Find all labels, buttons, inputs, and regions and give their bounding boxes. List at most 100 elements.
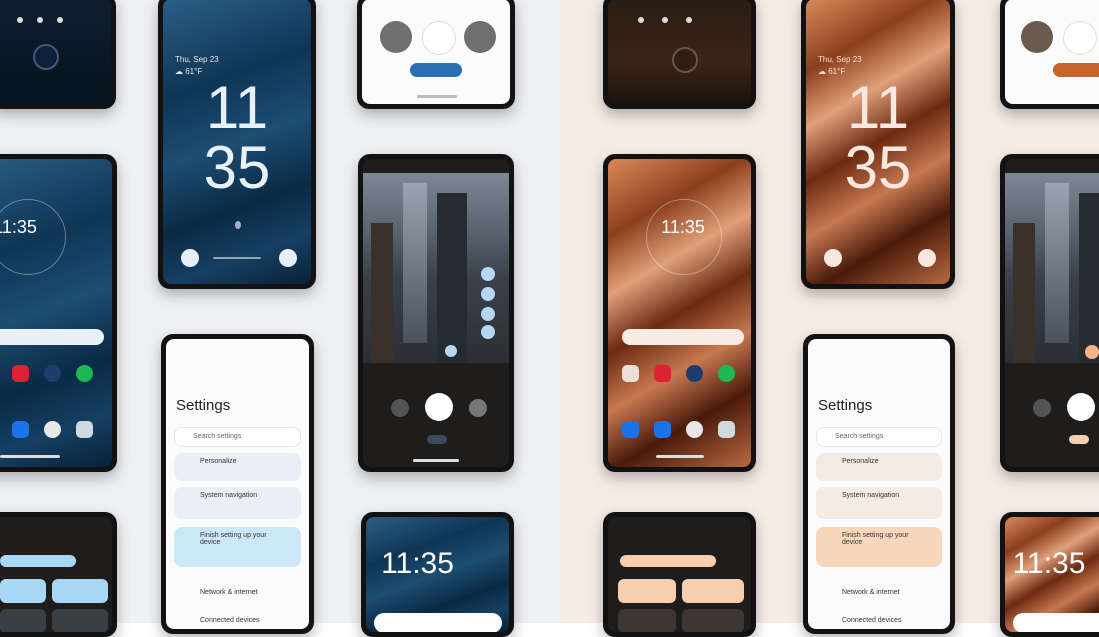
settings-item-label[interactable]: Network & internet — [200, 589, 258, 596]
settings-item-highlight[interactable]: Finish setting up your device — [816, 527, 942, 567]
pause-icon[interactable] — [1063, 21, 1097, 55]
building-left — [371, 223, 393, 363]
spotify-icon[interactable] — [718, 365, 735, 382]
phone-peach-settings: Settings Search settings Personalize Sys… — [803, 334, 955, 634]
zoom-toggle[interactable] — [1085, 345, 1099, 359]
quick-tile[interactable] — [0, 609, 46, 632]
chrome-icon[interactable] — [44, 421, 61, 438]
phone-screen — [608, 0, 751, 104]
date-text: Thu, Sep 23 — [818, 55, 862, 64]
camera-mode-icon[interactable] — [481, 325, 495, 339]
wallet-icon[interactable] — [824, 249, 842, 267]
settings-item[interactable]: System navigation — [174, 487, 301, 519]
phone-app-icon[interactable] — [622, 365, 639, 382]
camera-app-icon[interactable] — [718, 421, 735, 438]
quick-tile[interactable] — [0, 579, 46, 603]
settings-item[interactable]: System navigation — [816, 487, 942, 519]
camera-app-icon[interactable] — [76, 421, 93, 438]
gallery-thumbnail[interactable] — [391, 399, 409, 417]
forward-icon[interactable] — [464, 21, 496, 53]
youtube-icon[interactable] — [654, 365, 671, 382]
action-pill-button[interactable] — [1053, 63, 1099, 77]
youtube-icon[interactable] — [12, 365, 29, 382]
search-placeholder: Search settings — [835, 433, 884, 440]
clock-hour: 11 — [846, 74, 910, 141]
quick-tile[interactable] — [52, 609, 108, 632]
phone-peach-camera — [1000, 154, 1099, 472]
home-indicator — [413, 459, 459, 462]
phone-screen — [1005, 0, 1099, 104]
camera-mode-icon[interactable] — [481, 287, 495, 301]
settings-item[interactable]: Personalize — [174, 453, 301, 481]
phone-screen — [608, 517, 751, 632]
settings-item-highlight[interactable]: Finish setting up your device — [174, 527, 301, 567]
phone-screen — [0, 0, 111, 104]
lock-icon — [235, 221, 241, 229]
camera-shortcut-icon[interactable] — [918, 249, 936, 267]
settings-search[interactable]: Search settings — [816, 427, 942, 447]
date-text: Thu, Sep 23 — [175, 55, 219, 64]
settings-item[interactable]: Personalize — [816, 453, 942, 481]
settings-item-label: Finish setting up your device — [200, 532, 267, 546]
building-right — [1079, 193, 1099, 363]
brightness-slider[interactable] — [620, 555, 716, 567]
camera-shortcut-icon[interactable] — [279, 249, 297, 267]
motorola-icon[interactable] — [686, 365, 703, 382]
quick-tile[interactable] — [52, 579, 108, 603]
wallet-icon[interactable] — [181, 249, 199, 267]
fingerprint-icon[interactable] — [33, 44, 59, 70]
building-center — [1045, 183, 1069, 343]
pause-icon[interactable] — [422, 21, 456, 55]
shutter-button[interactable] — [1067, 393, 1095, 421]
dialer-icon[interactable] — [622, 421, 639, 438]
phone-blue-quicksettings-top — [357, 0, 515, 109]
settings-search[interactable]: Search settings — [174, 427, 301, 447]
search-bar[interactable] — [622, 329, 744, 345]
camera-mode-icon[interactable] — [481, 307, 495, 321]
action-pill-button[interactable] — [410, 63, 462, 77]
quick-tile[interactable] — [618, 579, 676, 603]
settings-item-label: Personalize — [200, 458, 237, 465]
motorola-icon[interactable] — [44, 365, 61, 382]
phone-screen: Thu, Sep 23 ☁ 61°F 11 35 — [163, 0, 311, 284]
phone-screen: Settings Search settings Personalize Sys… — [808, 339, 950, 629]
lock-clock: 11:35 — [381, 547, 454, 580]
status-dot-icon — [662, 17, 668, 23]
gallery-thumbnail[interactable] — [1033, 399, 1051, 417]
zoom-toggle[interactable] — [445, 345, 457, 357]
menu-icon[interactable] — [1021, 21, 1053, 53]
fingerprint-icon[interactable] — [672, 47, 698, 73]
messages-icon[interactable] — [654, 421, 671, 438]
clock-ring — [0, 199, 66, 275]
home-indicator — [0, 455, 60, 458]
switch-camera-icon[interactable] — [469, 399, 487, 417]
brightness-slider[interactable] — [0, 555, 76, 567]
settings-item-label: System navigation — [200, 492, 258, 499]
lock-clock: 11:35 — [1012, 547, 1086, 580]
phone-blue-quicksettings-bottom — [0, 512, 117, 637]
quick-tile[interactable] — [682, 579, 744, 603]
phone-screen: 11:35 — [0, 159, 112, 467]
phone-peach-quicksettings-top — [1000, 0, 1099, 109]
building-left — [1013, 223, 1035, 363]
mode-photo[interactable] — [427, 435, 447, 444]
quick-tile[interactable] — [682, 609, 744, 632]
phone-blue-top-left — [0, 0, 116, 109]
mode-photo[interactable] — [1069, 435, 1089, 444]
camera-viewfinder[interactable] — [1005, 173, 1099, 363]
clock-minute: 35 — [844, 134, 912, 201]
camera-mode-icon[interactable] — [481, 267, 495, 281]
clock-minute: 35 — [203, 134, 271, 201]
spotify-icon[interactable] — [76, 365, 93, 382]
menu-icon[interactable] — [380, 21, 412, 53]
status-dot-icon — [57, 17, 63, 23]
settings-item-label[interactable]: Network & internet — [842, 589, 900, 596]
chrome-icon[interactable] — [686, 421, 703, 438]
home-indicator — [656, 455, 704, 458]
status-dot-icon — [37, 17, 43, 23]
search-bar[interactable] — [0, 329, 104, 345]
phone-blue-homescreen: 11:35 — [0, 154, 117, 472]
shutter-button[interactable] — [425, 393, 453, 421]
quick-tile[interactable] — [618, 609, 676, 632]
messages-icon[interactable] — [12, 421, 29, 438]
